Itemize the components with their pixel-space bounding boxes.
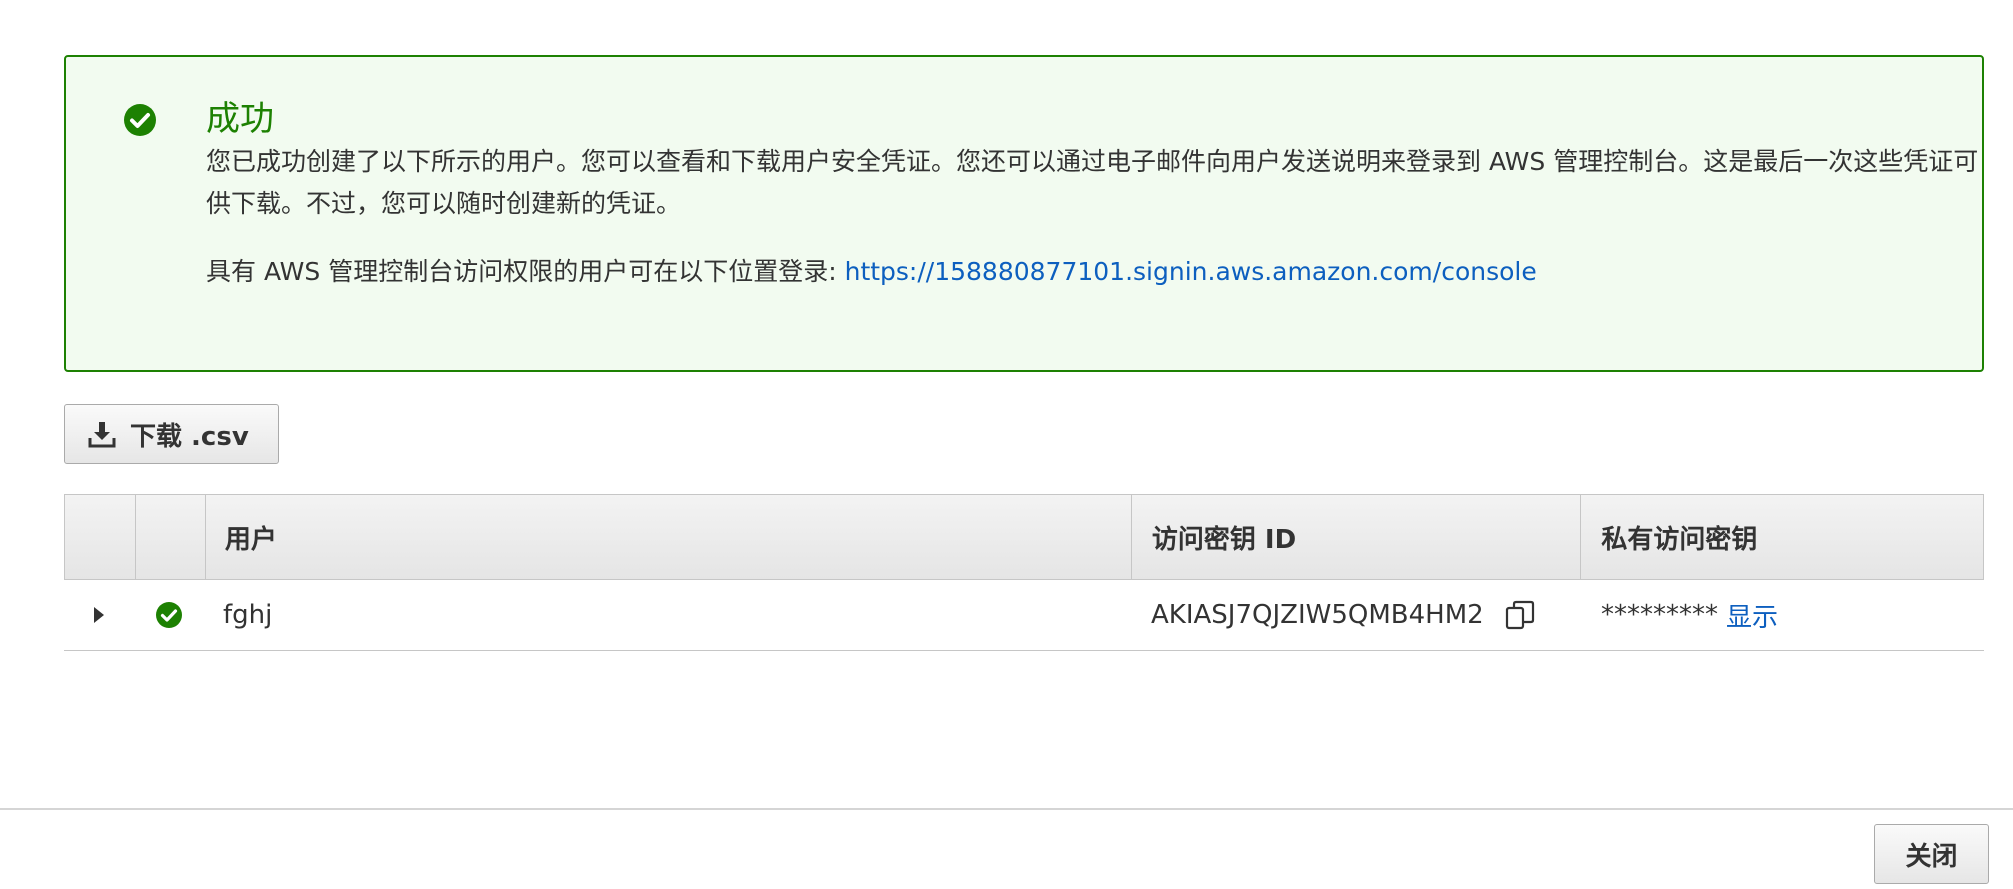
footer-divider	[0, 808, 2013, 810]
secret-key-cell: ********* 显示	[1581, 580, 1984, 650]
header-user[interactable]: 用户	[204, 495, 1131, 579]
check-circle-icon	[156, 602, 182, 628]
alert-login-line: 具有 AWS 管理控制台访问权限的用户可在以下位置登录: https://158…	[206, 251, 1986, 293]
access-key-id-value: AKIASJ7QJZIW5QMB4HM2	[1151, 600, 1484, 630]
login-text: 具有 AWS 管理控制台访问权限的用户可在以下位置登录:	[206, 257, 845, 286]
header-expand	[65, 495, 135, 579]
download-icon	[88, 420, 116, 448]
expand-cell[interactable]	[64, 580, 134, 650]
user-cell: fghj	[223, 600, 273, 630]
close-button[interactable]: 关闭	[1874, 824, 1989, 884]
download-csv-button[interactable]: 下载 .csv	[64, 404, 279, 464]
caret-right-icon[interactable]	[92, 606, 106, 624]
alert-body: 成功 您已成功创建了以下所示的用户。您可以查看和下载用户安全凭证。您还可以通过电…	[206, 97, 1986, 293]
alert-title: 成功	[206, 99, 274, 139]
access-key-id-cell: AKIASJ7QJZIW5QMB4HM2	[1131, 580, 1581, 650]
check-circle-icon	[124, 104, 156, 136]
success-alert: 成功 您已成功创建了以下所示的用户。您可以查看和下载用户安全凭证。您还可以通过电…	[64, 55, 1984, 372]
console-login-link[interactable]: https://158880877101.signin.aws.amazon.c…	[845, 257, 1537, 286]
download-csv-label: 下载 .csv	[130, 421, 249, 452]
header-access-key-id[interactable]: 访问密钥 ID	[1130, 495, 1581, 579]
secret-key-masked: *********	[1601, 600, 1718, 630]
status-cell	[134, 580, 204, 650]
alert-message: 您已成功创建了以下所示的用户。您可以查看和下载用户安全凭证。您还可以通过电子邮件…	[206, 147, 1979, 218]
table-row: fghj AKIASJ7QJZIW5QMB4HM2 ********* 显示	[64, 580, 1984, 651]
table-header: 用户 访问密钥 ID 私有访问密钥	[64, 494, 1984, 580]
copy-icon[interactable]	[1504, 599, 1536, 631]
users-table: 用户 访问密钥 ID 私有访问密钥 fghj AKIASJ7QJZIW5QMB4…	[64, 494, 1984, 651]
header-status	[134, 495, 205, 579]
show-secret-link[interactable]: 显示	[1726, 597, 1778, 634]
header-secret-access-key[interactable]: 私有访问密钥	[1580, 495, 1983, 579]
